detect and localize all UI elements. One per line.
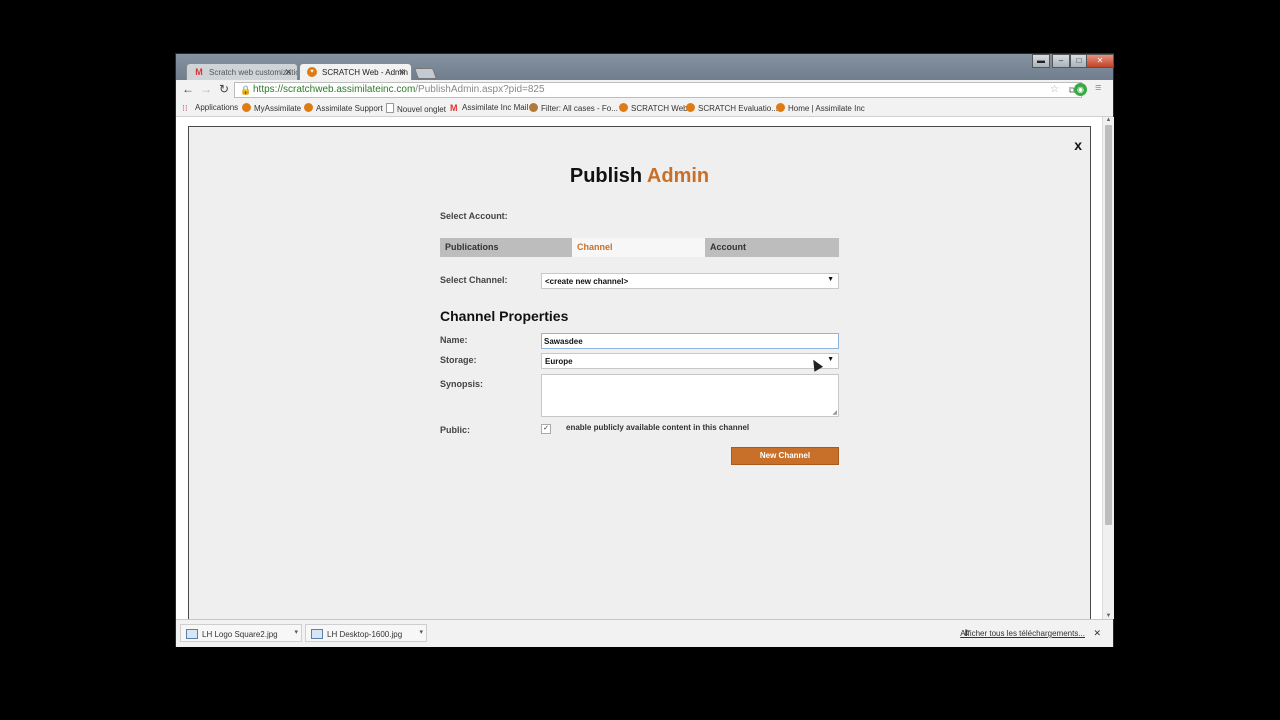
page-title: Publish Admin [569,165,710,187]
gmail-icon: M [195,67,203,77]
select-channel-label: Select Channel: [440,275,508,285]
scratch-icon: ✦ [307,67,317,77]
scrollbar-thumb[interactable] [1105,125,1112,525]
select-account-label: Select Account: [440,211,508,221]
lock-icon: 🔒 [240,85,252,95]
public-label: Public: [440,425,471,435]
scroll-up-icon[interactable]: ▲ [1103,117,1114,123]
browser-tab-scratch-admin[interactable]: ✦ SCRATCH Web - Admin ✕ [299,63,412,80]
dropdown-caret-icon: ▼ [827,356,834,363]
download-shelf: LH Logo Square2.jpg ▾ LH Desktop-1600.jp… [176,619,1113,647]
assimilate-icon [242,103,251,112]
publish-admin-modal: x Publish Admin Select Account: Publicat… [188,126,1091,621]
bookmark-filter-cases[interactable]: Filter: All cases - Fo... [529,103,618,113]
palette-icon [529,103,538,112]
bookmark-star-icon[interactable]: ☆ [1050,83,1059,97]
synopsis-label: Synopsis: [440,379,484,389]
reload-icon[interactable]: ↻ [217,82,231,96]
address-bar[interactable]: 🔒 https://scratchweb.assimilateinc.com/P… [234,82,1082,98]
tab-account[interactable]: Account [705,238,839,257]
public-checkbox-label: enable publicly available content in thi… [566,423,750,432]
image-file-icon [186,629,198,639]
bookmark-assimilate-support[interactable]: Assimilate Support [304,103,383,113]
url-path: /PublishAdmin.aspx?pid=825 [415,84,545,95]
browser-tab-gmail[interactable]: M Scratch web customizatio ✕ [186,63,298,80]
bookmark-scratch-web[interactable]: SCRATCH Web [619,103,688,113]
download-item[interactable]: LH Desktop-1600.jpg ▾ [305,624,427,642]
show-all-downloads-link[interactable]: Afficher tous les téléchargements... [960,629,1085,638]
chevron-down-icon[interactable]: ▾ [294,628,298,636]
assimilate-icon [686,103,695,112]
admin-tabs: Publications Channel Account [440,238,839,257]
close-tab-icon[interactable]: ✕ [398,67,406,78]
assimilate-icon [304,103,313,112]
download-item[interactable]: LH Logo Square2.jpg ▾ [180,624,302,642]
forward-arrow-icon[interactable]: → [199,82,213,96]
name-input[interactable]: Sawasdee [541,333,839,349]
page-icon [386,103,394,113]
apps-grid-icon: ⁝⁝ [182,103,188,113]
close-shelf-icon[interactable]: ✕ [1093,628,1101,639]
bookmark-assimilate-mail[interactable]: M Assimilate Inc Mail [450,103,528,113]
tab-label: SCRATCH Web - Admin [322,68,408,77]
extension-icon[interactable]: ◉ [1074,83,1087,96]
page-viewport: x Publish Admin Select Account: Publicat… [176,117,1102,621]
storage-value: Europe [545,357,573,366]
chevron-down-icon[interactable]: ▾ [419,628,423,636]
modal-close-button[interactable]: x [1074,137,1082,153]
bookmark-scratch-evaluation[interactable]: SCRATCH Evaluatio... [686,103,778,113]
dropdown-caret-icon: ▼ [827,276,834,283]
assimilate-icon [619,103,628,112]
storage-label: Storage: [440,355,477,365]
storage-dropdown[interactable]: Europe ▼ [541,353,839,369]
bookmark-myassimilate[interactable]: MyAssimilate [242,103,301,113]
tab-strip: M Scratch web customizatio ✕ ✦ SCRATCH W… [176,54,1114,80]
browser-window: M Scratch web customizatio ✕ ✦ SCRATCH W… [175,53,1114,647]
select-channel-dropdown[interactable]: <create new channel> ▼ [541,273,839,289]
new-tab-button[interactable] [413,68,438,79]
back-arrow-icon[interactable]: ← [181,82,195,96]
bookmark-home-assimilate[interactable]: Home | Assimilate Inc [776,103,865,113]
section-title: Channel Properties [440,308,569,324]
gmail-icon: M [450,103,458,113]
url-host: https://scratchweb.assimilateinc.com [253,84,416,95]
browser-toolbar: ← → ↻ 🔒 https://scratchweb.assimilateinc… [176,80,1113,100]
tab-channel[interactable]: Channel [572,238,705,257]
new-channel-button[interactable]: New Channel [731,447,839,465]
page-scrollbar[interactable]: ▲ ▼ [1102,117,1114,619]
bookmark-applications[interactable]: ⁝⁝ Applications [182,103,238,113]
menu-icon[interactable]: ≡ [1095,83,1105,94]
public-checkbox[interactable]: ✓ [541,424,551,434]
minimize-button[interactable]: – [1052,54,1070,68]
synopsis-textarea[interactable]: ◢ [541,374,839,417]
resize-grip-icon[interactable]: ◢ [832,409,837,416]
close-tab-icon[interactable]: ✕ [284,67,292,78]
bookmark-nouvel-onglet[interactable]: Nouvel onglet [386,103,446,114]
user-icon[interactable]: ▬ [1032,54,1050,68]
select-channel-value: <create new channel> [545,277,629,286]
tab-publications[interactable]: Publications [440,238,572,257]
image-file-icon [311,629,323,639]
bookmarks-bar: ⁝⁝ Applications MyAssimilate Assimilate S… [176,100,1113,117]
window-close-button[interactable]: ✕ [1086,54,1114,68]
assimilate-icon [776,103,785,112]
name-label: Name: [440,335,468,345]
